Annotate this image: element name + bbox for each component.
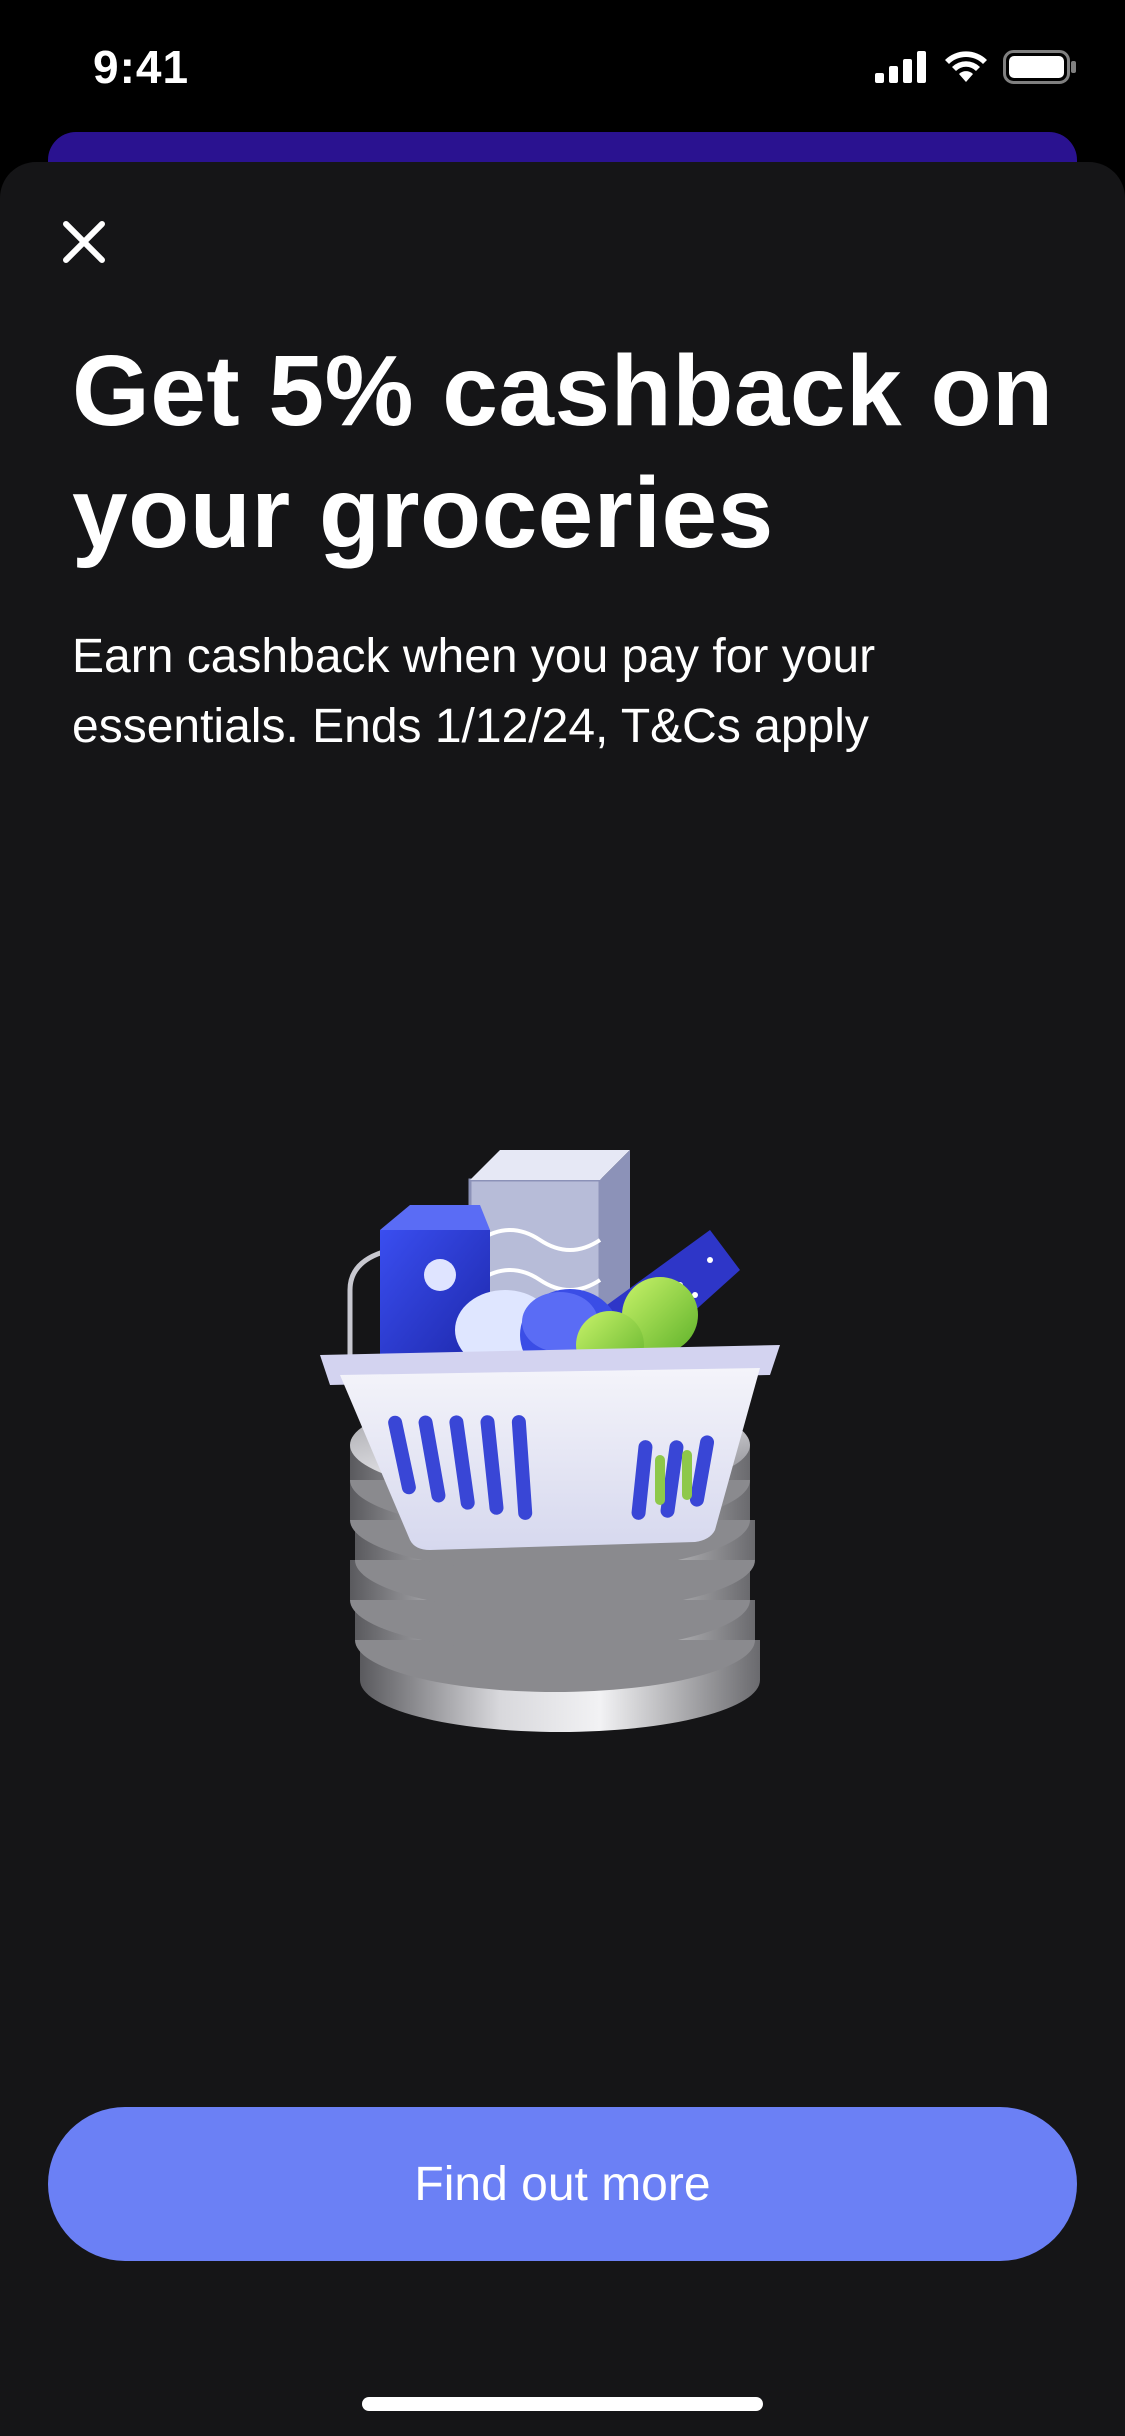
home-indicator[interactable] bbox=[362, 2397, 763, 2411]
grocery-basket-coins-illustration bbox=[310, 1110, 810, 1770]
find-out-more-button[interactable]: Find out more bbox=[48, 2107, 1077, 2261]
status-time: 9:41 bbox=[93, 41, 190, 93]
status-bar: 9:41 bbox=[0, 0, 1125, 135]
wifi-icon bbox=[943, 50, 989, 89]
battery-icon bbox=[1003, 50, 1077, 89]
close-icon bbox=[62, 220, 106, 269]
promo-title: Get 5% cashback on your groceries bbox=[72, 335, 1054, 569]
cellular-signal-icon bbox=[875, 51, 929, 88]
close-button[interactable] bbox=[52, 212, 116, 276]
status-icons bbox=[875, 50, 1077, 89]
promo-description: Earn cashback when you pay for your esse… bbox=[72, 630, 876, 753]
